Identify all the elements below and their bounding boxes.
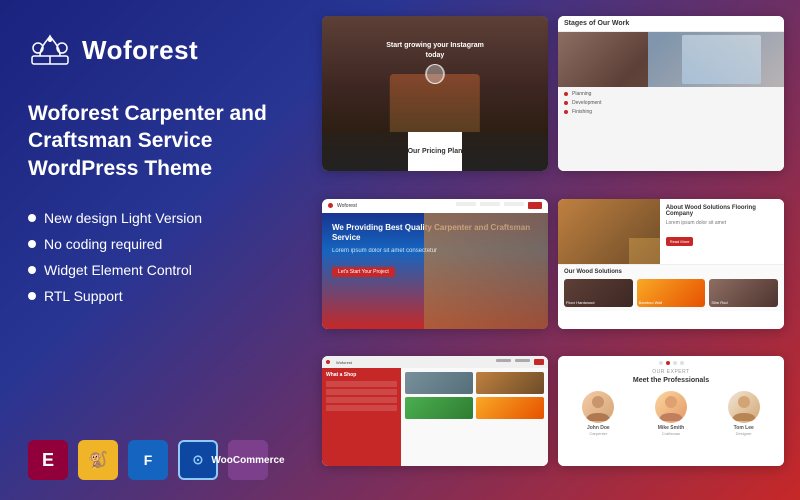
pro-avatar-3: [728, 391, 760, 423]
badge-woo[interactable]: WooCommerce: [228, 440, 268, 480]
wood-top: About Wood Solutions Flooring Company Lo…: [558, 199, 784, 264]
screenshot-professionals: Our Expert Meet the Professionals John D…: [558, 356, 784, 466]
badge-mailchimp[interactable]: 🐒: [78, 440, 118, 480]
wood-solution-3: Slim Rod: [709, 279, 778, 307]
feature-item-4: RTL Support: [28, 288, 282, 304]
wood-solution-2: Bamboo Wall: [637, 279, 706, 307]
pricing-plan-label: Our Pricing Plan: [408, 148, 463, 155]
carpenter-hero-image: [424, 213, 548, 329]
left-panel: Woforest Woforest Carpenter and Craftsma…: [0, 0, 310, 500]
stages-image: [558, 32, 784, 87]
screenshot-wood-inner: About Wood Solutions Flooring Company Lo…: [558, 199, 784, 329]
pro-role-3: Designer: [709, 431, 778, 436]
badge-formidable[interactable]: F: [128, 440, 168, 480]
pros-header: Our Expert Meet the Professionals: [558, 356, 784, 387]
shop-nav: Woforest: [322, 356, 548, 368]
screenshot-stages: Stages of Our Work Planning Development: [558, 16, 784, 171]
woo-label: WooCommerce: [211, 455, 284, 466]
right-panel: Start growing your Instagram today Our P…: [310, 0, 800, 500]
feature-item-1: New design Light Version: [28, 210, 282, 226]
screenshot-carpenter: Woforest We Providing Best Quality Carpe…: [322, 199, 548, 329]
pro-role-2: Craftsman: [637, 431, 706, 436]
screenshot-instagram-inner: Start growing your Instagram today Our P…: [322, 16, 548, 171]
bullet-icon-4: [28, 292, 36, 300]
pros-title: Meet the Professionals: [564, 377, 778, 384]
logo-row: Woforest: [28, 28, 282, 72]
features-list: New design Light Version No coding requi…: [28, 210, 282, 314]
pro-card-1: John Doe Carpenter: [564, 391, 633, 436]
wood-image: [558, 199, 660, 264]
carpenter-cta: Let's Start Your Project: [332, 267, 395, 277]
bullet-icon-3: [28, 266, 36, 274]
instagram-overlay-text: Start growing your Instagram today: [379, 41, 492, 61]
shop-item-4: [476, 397, 544, 419]
screenshot-shop-inner: Woforest What a Shop: [322, 356, 548, 466]
shop-content: [401, 368, 548, 466]
shop-item-2: [476, 372, 544, 394]
screenshot-pros-inner: Our Expert Meet the Professionals John D…: [558, 356, 784, 466]
shop-main: What a Shop: [322, 368, 548, 466]
stages-content: Planning Development Finishing: [558, 87, 784, 122]
pros-dots: [564, 361, 778, 365]
screenshot-shop: Woforest What a Shop: [322, 356, 548, 466]
feature-item-2: No coding required: [28, 236, 282, 252]
shop-sidebar: What a Shop: [322, 368, 401, 466]
pro-avatar-1: [582, 391, 614, 423]
screenshot-stages-inner: Stages of Our Work Planning Development: [558, 16, 784, 171]
screenshot-carpenter-inner: Woforest We Providing Best Quality Carpe…: [322, 199, 548, 329]
wood-about-text: Lorem ipsum dolor sit amet: [666, 220, 778, 227]
pro-avatar-2: [655, 391, 687, 423]
brand-name: Woforest: [82, 35, 198, 66]
wood-about-title: About Wood Solutions Flooring Company: [666, 205, 778, 217]
screenshot-wood: About Wood Solutions Flooring Company Lo…: [558, 199, 784, 329]
shop-items-grid: [405, 372, 544, 419]
wood-solutions: Our Wood Solutions Floor Hardwood Bamboo…: [558, 264, 784, 311]
shop-item-1: [405, 372, 473, 394]
feature-item-3: Widget Element Control: [28, 262, 282, 278]
wood-cta: Read More: [666, 237, 694, 246]
wood-solution-1: Floor Hardwood: [564, 279, 633, 307]
pro-card-2: Mike Smith Craftsman: [637, 391, 706, 436]
badges-row: E 🐒 F ⊙ WooCommerce: [28, 440, 282, 480]
pro-role-1: Carpenter: [564, 431, 633, 436]
shop-sidebar-title: What a Shop: [326, 372, 397, 378]
badge-elementor[interactable]: E: [28, 440, 68, 480]
pros-subtitle: Our Expert: [564, 369, 778, 375]
tagline: Woforest Carpenter and Craftsman Service…: [28, 100, 282, 182]
pro-card-3: Tom Lee Designer: [709, 391, 778, 436]
wood-content: About Wood Solutions Flooring Company Lo…: [660, 199, 784, 264]
carpenter-nav: Woforest: [322, 199, 548, 213]
logo-icon: [28, 28, 72, 72]
bullet-icon-1: [28, 214, 36, 222]
stages-header: Stages of Our Work: [558, 16, 784, 32]
carpenter-subtitle: Lorem ipsum dolor sit amet consectetur: [332, 248, 538, 254]
wood-solutions-title: Our Wood Solutions: [564, 269, 778, 275]
carpenter-brand: Woforest: [337, 203, 452, 209]
screenshot-pricing: Start growing your Instagram today Our P…: [322, 16, 548, 171]
wood-solutions-items: Floor Hardwood Bamboo Wall Slim Rod: [564, 279, 778, 307]
pros-team: John Doe Carpenter Mike Smith Craftsman: [558, 387, 784, 440]
bullet-icon-2: [28, 240, 36, 248]
shop-item-3: [405, 397, 473, 419]
